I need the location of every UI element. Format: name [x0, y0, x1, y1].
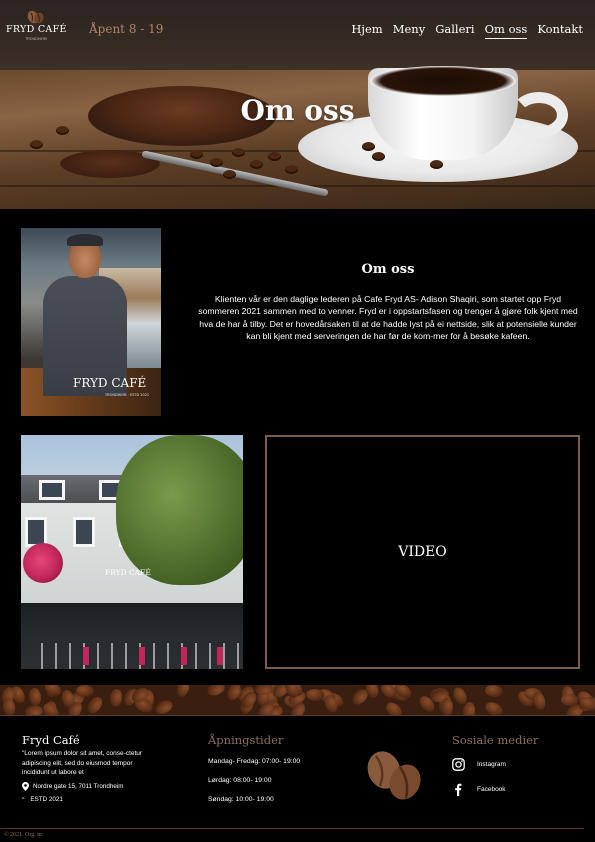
coffee-bean: [362, 142, 375, 151]
coffee-bean: [372, 152, 385, 161]
facebook-label: Facebook: [477, 786, 506, 793]
main-nav: Hjem Meny Galleri Om oss Kontakt: [351, 22, 583, 39]
coffee-bean: [30, 140, 43, 149]
social-link-instagram[interactable]: Instagram: [452, 758, 506, 771]
location-pin-icon: [22, 782, 29, 791]
coffee-beans-strip: [0, 685, 595, 715]
estd-text: ESTD 2021: [30, 796, 63, 803]
hours-weekdays: Mandag- Fredag: 07:00- 19:00: [208, 758, 301, 765]
coffee-bean: [75, 685, 94, 698]
about-heading: Om oss: [361, 262, 415, 277]
coffee-beans-icon: [367, 751, 421, 800]
nav-item-galleri[interactable]: Galleri: [435, 22, 474, 39]
photo-brand-subtext: TRONDHEIM · ESTD 2021: [105, 393, 150, 397]
about-text: Klienten vår er den daglige lederen på C…: [198, 294, 578, 342]
opening-hours-title: Åpningstider: [208, 733, 284, 747]
coffee-bean: [152, 697, 175, 715]
owner-photo: FRYD CAFÉ TRONDHEIM · ESTD 2021: [21, 228, 161, 416]
coffee-bean: [190, 150, 203, 159]
tree-image: [116, 435, 243, 585]
coffee-bean: [108, 688, 123, 708]
coffee-bean: [483, 699, 505, 715]
coffee-bean: [268, 152, 281, 161]
coffee-bean: [56, 126, 69, 135]
instagram-icon: [452, 758, 465, 771]
footer-bottom-divider: [0, 828, 584, 829]
coffee-bean: [223, 170, 236, 179]
coffee-bean: [174, 685, 192, 699]
coffee-bean: [285, 165, 298, 174]
footer-description: "Lorem ipsum dolor sit amet, conse-ctetu…: [22, 750, 143, 777]
coffee-bean: [84, 694, 106, 715]
coffee-beans-logo-icon: [27, 10, 44, 24]
nav-item-meny[interactable]: Meny: [393, 22, 425, 39]
page-title: Om oss: [240, 94, 355, 127]
brand-logo[interactable]: FRYD CAFÉ TRONDHEIM: [6, 10, 66, 44]
coffee-bean: [232, 148, 245, 157]
coffee-bean: [484, 685, 504, 699]
hours-sunday: Søndag: 10:00- 19:00: [208, 796, 274, 803]
logo-tagline: TRONDHEIM: [25, 37, 47, 41]
hours-saturday: Lørdag: 08:00- 19:00: [208, 777, 272, 784]
coffee-bean: [382, 699, 405, 715]
footer-brand: Fryd Café: [22, 733, 80, 747]
coffee-bean: [210, 158, 223, 167]
facebook-icon: [455, 783, 462, 796]
coffee-bean: [205, 685, 227, 698]
coffee-bean: [27, 687, 42, 707]
nav-item-om-oss[interactable]: Om oss: [484, 22, 528, 39]
video-player[interactable]: VIDEO: [265, 435, 580, 669]
coffee-bean: [250, 160, 263, 169]
caret-icon: ^: [22, 796, 25, 803]
coffee-bean: [440, 698, 453, 715]
coffee-bean: [24, 704, 44, 715]
coffee-bean: [430, 160, 443, 169]
footer-address: Nordre gate 15, 7011 Trondheim: [22, 782, 124, 791]
instagram-label: Instagram: [477, 761, 506, 768]
opening-hours-badge: Åpent 8 - 19: [89, 22, 164, 36]
coffee-bean: [530, 690, 547, 711]
address-text: Nordre gate 15, 7011 Trondheim: [33, 783, 124, 790]
footer-estd: ^ ESTD 2021: [22, 796, 63, 803]
flower-basket: [23, 543, 63, 583]
storefront-sign: FRYD CAFÉ: [105, 568, 151, 577]
video-label: VIDEO: [398, 544, 447, 560]
nav-item-hjem[interactable]: Hjem: [351, 22, 382, 39]
social-link-facebook[interactable]: Facebook: [452, 783, 506, 796]
copyright: © 2021. Org. nr.: [4, 832, 44, 838]
storefront-photo: FRYD CAFÉ: [21, 435, 243, 669]
photo-brand-text: FRYD CAFÉ: [73, 376, 147, 390]
social-media-title: Sosiale medier: [452, 733, 539, 747]
nav-item-kontakt[interactable]: Kontakt: [537, 22, 583, 39]
logo-name: FRYD CAFÉ: [6, 24, 67, 35]
